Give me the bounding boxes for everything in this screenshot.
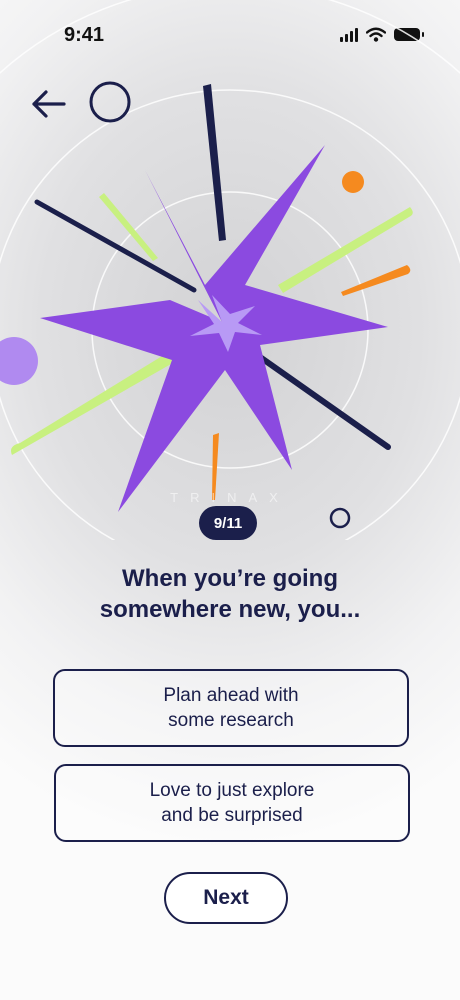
orange-stick-right xyxy=(341,265,411,296)
watermark: TRINAX xyxy=(170,490,290,505)
answer-option-explore[interactable]: Love to just explore and be surprised xyxy=(54,764,410,842)
back-button[interactable] xyxy=(26,84,70,124)
orange-dot xyxy=(342,171,364,193)
outline-circle-bottom xyxy=(329,507,351,529)
progress-badge: 9/11 xyxy=(199,506,257,540)
arrow-left-icon xyxy=(32,90,66,118)
quiz-illustration xyxy=(0,0,460,540)
lavender-circle xyxy=(0,337,38,385)
navy-stick-top xyxy=(203,84,226,241)
answer-option-label: Love to just explore and be surprised xyxy=(149,780,315,826)
next-button[interactable]: Next xyxy=(164,872,288,924)
answer-option-label: Plan ahead with some research xyxy=(163,685,299,731)
outline-circle-top xyxy=(89,81,131,123)
lime-stick-right xyxy=(278,207,413,293)
answer-option-plan-ahead[interactable]: Plan ahead with some research xyxy=(53,669,409,747)
question-title: When you’re going somewhere new, you... xyxy=(99,565,361,623)
